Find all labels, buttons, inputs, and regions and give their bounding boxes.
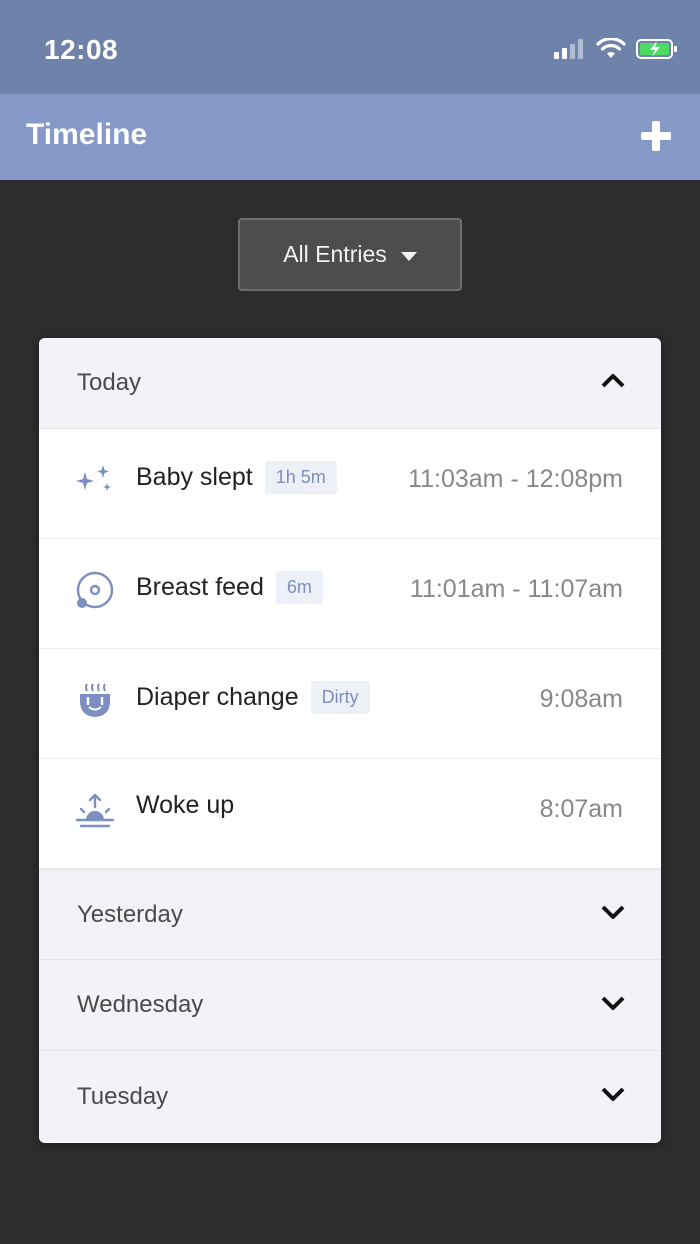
entry-time: 11:03am - 12:08pm	[408, 465, 623, 493]
status-time: 12:08	[44, 34, 119, 65]
entry-main: Woke up	[136, 791, 234, 820]
timeline-entry[interactable]: Baby slept 1h 5m 11:03am - 12:08pm	[39, 429, 661, 539]
status-bar: 12:08	[0, 0, 700, 94]
chevron-down-icon	[601, 904, 625, 925]
duration-badge: 1h 5m	[264, 461, 337, 494]
signal-icon	[554, 38, 586, 65]
section-label: Wednesday	[77, 991, 204, 1018]
entry-title: Baby slept	[136, 463, 253, 491]
entry-title: Diaper change	[136, 683, 299, 711]
entry-time: 9:08am	[539, 685, 623, 713]
chevron-down-icon	[601, 1086, 625, 1107]
status-icons	[554, 37, 678, 65]
section-header-today[interactable]: Today	[39, 338, 661, 429]
entry-time: 11:01am - 11:07am	[409, 575, 623, 603]
timeline-card: Today Baby slept 1h 5m 11:03am - 12:08pm	[39, 338, 661, 1143]
breast-feed-icon	[75, 571, 115, 611]
page-title: Timeline	[26, 118, 148, 151]
entry-main: Breast feed 6m	[136, 571, 323, 604]
section-header-yesterday[interactable]: Yesterday	[39, 869, 661, 960]
entry-title: Woke up	[136, 791, 235, 819]
nav-bar: Timeline	[0, 94, 700, 180]
section-label: Tuesday	[77, 1082, 169, 1110]
filter-dropdown[interactable]: All Entries	[238, 218, 462, 291]
caret-down-icon	[400, 241, 417, 268]
entry-main: Baby slept 1h 5m	[136, 461, 337, 494]
filter-label: All Entries	[283, 241, 387, 267]
entry-title: Breast feed	[136, 573, 264, 601]
plus-icon	[641, 120, 671, 156]
sunrise-icon	[75, 791, 115, 831]
battery-icon	[636, 38, 678, 65]
section-label: Yesterday	[77, 900, 183, 928]
timeline-entry[interactable]: Diaper change Dirty 9:08am	[39, 649, 661, 759]
section-header-wednesday[interactable]: Wednesday	[39, 960, 661, 1051]
entry-main: Diaper change Dirty	[136, 681, 370, 714]
status-badge: Dirty	[310, 681, 370, 714]
add-entry-button[interactable]	[636, 118, 676, 158]
timeline-entry[interactable]: Breast feed 6m 11:01am - 11:07am	[39, 539, 661, 649]
duration-badge: 6m	[275, 571, 323, 604]
entry-time: 8:07am	[539, 795, 623, 823]
sparkles-icon	[75, 461, 115, 501]
diaper-icon	[75, 681, 115, 721]
timeline-entry[interactable]: Woke up 8:07am	[39, 759, 661, 869]
wifi-icon	[596, 37, 626, 65]
chevron-up-icon	[601, 373, 625, 394]
section-label: Today	[77, 369, 142, 396]
chevron-down-icon	[601, 995, 625, 1016]
section-header-tuesday[interactable]: Tuesday	[39, 1051, 661, 1142]
